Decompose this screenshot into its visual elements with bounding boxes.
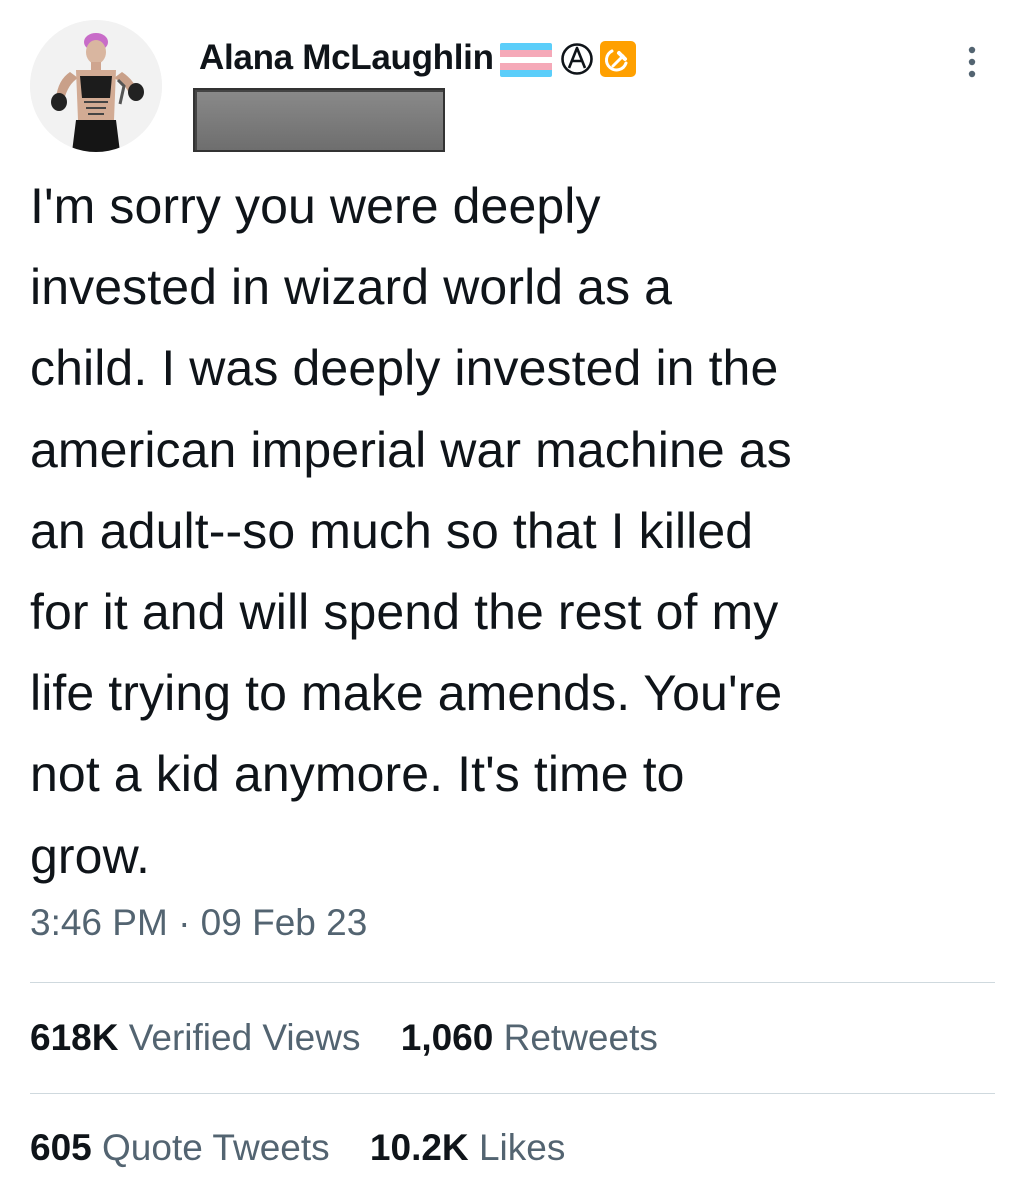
author-avatar[interactable] — [30, 20, 162, 152]
likes-label: Likes — [478, 1127, 566, 1168]
divider — [30, 982, 995, 983]
quote-tweets-stat[interactable]: 605 Quote Tweets — [30, 1127, 330, 1169]
tweet-text-line: not a kid anymore. It's time to — [30, 746, 685, 803]
transgender-flag-icon — [499, 43, 552, 77]
views-count: 618K — [30, 1017, 119, 1058]
views-stat[interactable]: 618K Verified Views — [30, 1017, 360, 1059]
avatar-photo-icon — [30, 20, 162, 152]
quote-tweets-count: 605 — [30, 1127, 92, 1168]
tweet-timestamp[interactable]: 3:46 PM · 09 Feb 23 — [30, 902, 367, 944]
tweet-text-line: grow. — [30, 827, 151, 884]
retweets-count: 1,060 — [400, 1017, 494, 1058]
likes-count: 10.2K — [369, 1127, 469, 1168]
author-name-row: Alana McLaughlin — [199, 33, 636, 83]
divider — [30, 1093, 995, 1094]
tweet-text-line: an adult--so much so that I killed — [30, 502, 754, 559]
tweet-body: I'm sorry you were deeply invested in wi… — [30, 166, 1005, 897]
views-label: Verified Views — [128, 1017, 361, 1058]
retweets-stat[interactable]: 1,060 Retweets — [401, 1017, 658, 1059]
tweet-card: Alana McLaughlin I'm sorry you were deep… — [0, 0, 1025, 1200]
stats-row-quotes-likes: 605 Quote Tweets 10.2K Likes — [30, 1127, 595, 1169]
tweet-text-line: I'm sorry you were deeply — [30, 178, 601, 234]
more-options-icon[interactable] — [964, 42, 980, 82]
tweet-text-line: life trying to make amends. You're — [30, 665, 783, 722]
tweet-text-line: american imperial war machine as — [30, 421, 792, 478]
tweet-text-line: invested in wizard world as a — [30, 259, 673, 316]
author-display-name[interactable]: Alana McLaughlin — [199, 38, 494, 78]
stats-row-views-retweets: 618K Verified Views 1,060 Retweets — [30, 1017, 688, 1059]
likes-stat[interactable]: 10.2K Likes — [370, 1127, 565, 1169]
redacted-handle-box — [193, 88, 445, 152]
circled-a-anarchy-icon — [560, 43, 593, 75]
tweet-text-line: child. I was deeply invested in the — [30, 340, 779, 397]
retweets-label: Retweets — [503, 1017, 658, 1058]
tweet-text-line: for it and will spend the rest of my — [30, 584, 779, 641]
quote-tweets-label: Quote Tweets — [102, 1127, 330, 1168]
hammer-and-sickle-icon — [599, 41, 636, 77]
